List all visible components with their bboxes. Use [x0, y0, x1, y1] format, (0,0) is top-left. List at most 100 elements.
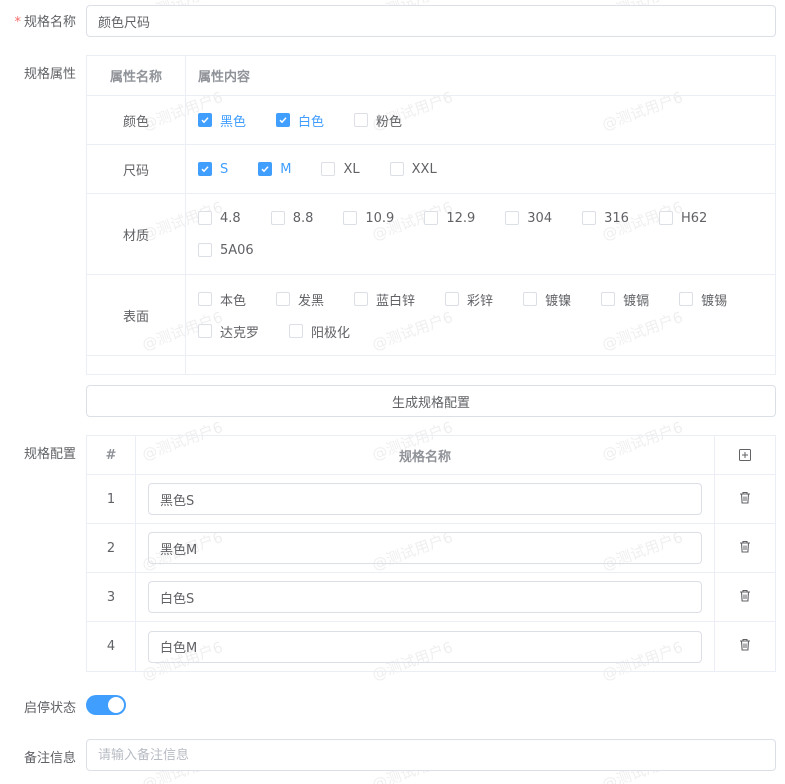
spec-name-cell-input[interactable]: 白色M [148, 630, 702, 663]
attribute-checkbox[interactable]: 304 [505, 202, 552, 234]
checkbox-icon [658, 211, 673, 225]
attribute-name: 尺码 [87, 145, 186, 193]
checkbox-label: 5A06 [220, 242, 254, 258]
attribute-checkbox[interactable]: 5A06 [198, 234, 254, 266]
required-mark: * [14, 15, 21, 30]
checkbox-label: 阳极化 [311, 325, 351, 341]
attribute-table-header: 属性名称 属性内容 [87, 56, 775, 96]
checkbox-icon [321, 162, 336, 176]
attribute-checkbox[interactable]: 12.9 [424, 202, 475, 234]
delete-row-button[interactable] [715, 524, 775, 572]
config-table-header: # 规格名称 [87, 436, 775, 475]
checkbox-label: 蓝白锌 [376, 293, 416, 309]
remark-input[interactable] [98, 747, 764, 763]
attribute-checkbox[interactable]: 8.8 [270, 202, 313, 234]
checkbox-label: 镀镉 [623, 293, 650, 309]
checkbox-icon [198, 243, 212, 257]
attribute-checkbox[interactable]: 镀锡 [679, 283, 727, 315]
checkbox-label: 12.9 [446, 210, 476, 226]
attribute-options: 本色 发黑 蓝白锌 彩锌 镀镍 镀镉 镀锡达克罗 阳极化 [186, 275, 775, 355]
attribute-checkbox[interactable]: 阳极化 [289, 315, 350, 347]
attribute-options: S M XL XXL [186, 145, 775, 193]
checkbox-icon [505, 211, 520, 225]
add-row-icon[interactable] [715, 436, 775, 474]
attribute-options [186, 356, 775, 374]
checkbox-icon [270, 211, 285, 225]
status-switch[interactable] [86, 695, 126, 715]
row-index: 1 [87, 475, 136, 523]
attribute-checkbox[interactable]: 彩锌 [445, 283, 493, 315]
spec-name-input[interactable] [98, 13, 764, 29]
attribute-checkbox[interactable]: 白色 [276, 104, 324, 136]
attribute-options: 4.8 8.8 10.9 12.9 304 316 H62 5A06 [186, 194, 775, 274]
attribute-row: 表面 本色 发黑 蓝白锌 彩锌 镀镍 镀镉 镀锡 达克罗 阳极化 [87, 275, 775, 356]
header-spec-name: 规格名称 [136, 436, 715, 474]
attribute-checkbox[interactable]: M [258, 153, 291, 185]
row-name-cell: 白色M [136, 622, 715, 671]
attribute-checkbox[interactable]: 4.8 [198, 202, 241, 234]
attribute-options: 黑色 白色 粉色 [186, 96, 775, 144]
attribute-checkbox[interactable]: XL [321, 153, 360, 185]
checkbox-icon [445, 292, 460, 306]
row-index: 3 [87, 573, 136, 621]
header-attr-name: 属性名称 [87, 56, 186, 95]
attribute-checkbox[interactable]: 发黑 [276, 283, 324, 315]
attribute-checkbox[interactable]: 本色 [198, 283, 246, 315]
checkbox-icon [198, 324, 212, 338]
attribute-checkbox[interactable]: 316 [582, 202, 629, 234]
checkbox-label: H62 [680, 210, 708, 226]
attribute-row-partial [87, 356, 775, 374]
checkbox-icon [354, 292, 369, 306]
checkbox-icon [198, 292, 212, 306]
config-table: # 规格名称 1 黑色S 2 黑色M 3 白色S 4 白色M [86, 435, 776, 672]
checkbox-icon [289, 324, 304, 338]
attribute-row: 颜色 黑色 白色 粉色 [87, 96, 775, 145]
checkbox-label: 304 [527, 210, 553, 226]
attribute-checkbox[interactable]: 粉色 [354, 104, 402, 136]
checkbox-label: 达克罗 [220, 325, 260, 341]
spec-config-label: 规格配置 [23, 447, 76, 462]
attribute-table: 属性名称 属性内容 颜色 黑色 白色 粉色 尺码 S M XL XXL 材质 4.8 8.8 10.9 1… [86, 55, 776, 375]
checkbox-icon [679, 292, 694, 306]
config-row: 4 白色M [87, 622, 775, 671]
attribute-checkbox[interactable]: 镀镍 [523, 283, 571, 315]
checkbox-icon [258, 162, 273, 176]
config-row: 1 黑色S [87, 475, 775, 524]
spec-name-label: * 规格名称 [0, 11, 76, 30]
checkbox-label: XXL [411, 161, 437, 177]
trash-icon [739, 638, 751, 655]
checkbox-icon [198, 211, 212, 225]
checkbox-label: 镀锡 [701, 293, 728, 309]
attribute-row: 材质 4.8 8.8 10.9 12.9 304 316 H62 5A06 [87, 194, 775, 275]
checkbox-icon [276, 292, 291, 306]
attribute-checkbox[interactable]: XXL [389, 153, 437, 185]
delete-row-button[interactable] [715, 622, 775, 671]
checkbox-label: XL [343, 161, 360, 177]
attribute-checkbox[interactable]: 10.9 [343, 202, 394, 234]
attribute-checkbox[interactable]: H62 [658, 202, 708, 234]
remark-field[interactable] [86, 739, 776, 771]
checkbox-label: 316 [604, 210, 629, 226]
checkbox-icon [424, 211, 439, 225]
attribute-checkbox[interactable]: 黑色 [198, 104, 246, 136]
delete-row-button[interactable] [715, 475, 775, 523]
attribute-checkbox[interactable]: S [198, 153, 228, 185]
checkbox-icon [343, 211, 358, 225]
generate-config-button[interactable]: 生成规格配置 [86, 385, 776, 417]
delete-row-button[interactable] [715, 573, 775, 621]
checkbox-icon [354, 113, 369, 127]
spec-name-cell-input[interactable]: 黑色S [148, 483, 702, 515]
attribute-checkbox[interactable]: 达克罗 [198, 315, 259, 347]
attribute-name [87, 356, 186, 374]
spec-name-field[interactable] [86, 5, 776, 37]
checkbox-label: 粉色 [376, 114, 403, 130]
checkbox-icon [198, 113, 212, 127]
checkbox-icon [523, 292, 538, 306]
attribute-checkbox[interactable]: 蓝白锌 [354, 283, 415, 315]
spec-name-cell-input[interactable]: 黑色M [148, 532, 702, 564]
plus-square-icon [739, 449, 751, 461]
header-attr-content: 属性内容 [198, 70, 251, 85]
spec-name-cell-input[interactable]: 白色S [148, 581, 702, 613]
checkbox-icon [601, 292, 616, 306]
attribute-checkbox[interactable]: 镀镉 [601, 283, 649, 315]
